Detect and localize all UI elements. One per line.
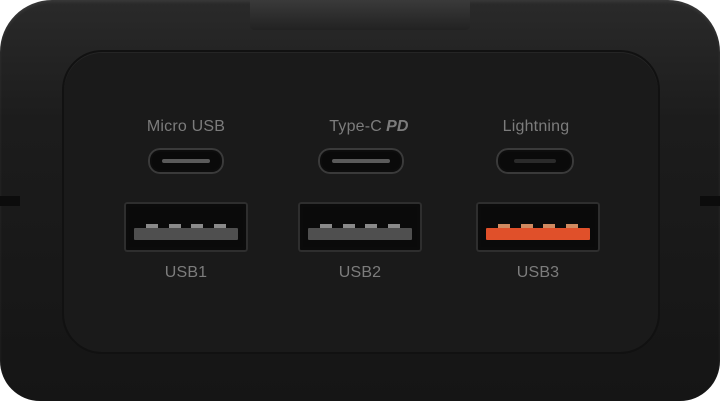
usb2-label: USB2 [338, 264, 382, 281]
usb1-port[interactable] [124, 202, 248, 252]
type-c-label: Type-C [329, 118, 383, 135]
top-edge-band [250, 0, 470, 30]
usb3-tongue [486, 228, 590, 240]
type-c-port[interactable] [318, 148, 404, 174]
right-seam [700, 196, 720, 206]
power-bank: Micro USB Type-C PD Lightning USB1 USB2 … [0, 0, 720, 401]
type-c-contact [332, 159, 390, 163]
usb3-label: USB3 [516, 264, 560, 281]
usb1-tongue [134, 228, 238, 240]
left-seam [0, 196, 20, 206]
lightning-label: Lightning [502, 118, 570, 135]
type-c-label-group: Type-C PD [314, 118, 424, 136]
port-panel: Micro USB Type-C PD Lightning USB1 USB2 … [64, 52, 658, 352]
usb2-port[interactable] [298, 202, 422, 252]
micro-usb-contact [162, 159, 210, 163]
micro-usb-label: Micro USB [146, 118, 226, 135]
usb2-tongue [308, 228, 412, 240]
usb3-port[interactable] [476, 202, 600, 252]
lightning-contact [514, 159, 556, 163]
micro-usb-port[interactable] [148, 148, 224, 174]
usb1-label: USB1 [164, 264, 208, 281]
lightning-port[interactable] [496, 148, 574, 174]
pd-badge: PD [386, 118, 409, 135]
